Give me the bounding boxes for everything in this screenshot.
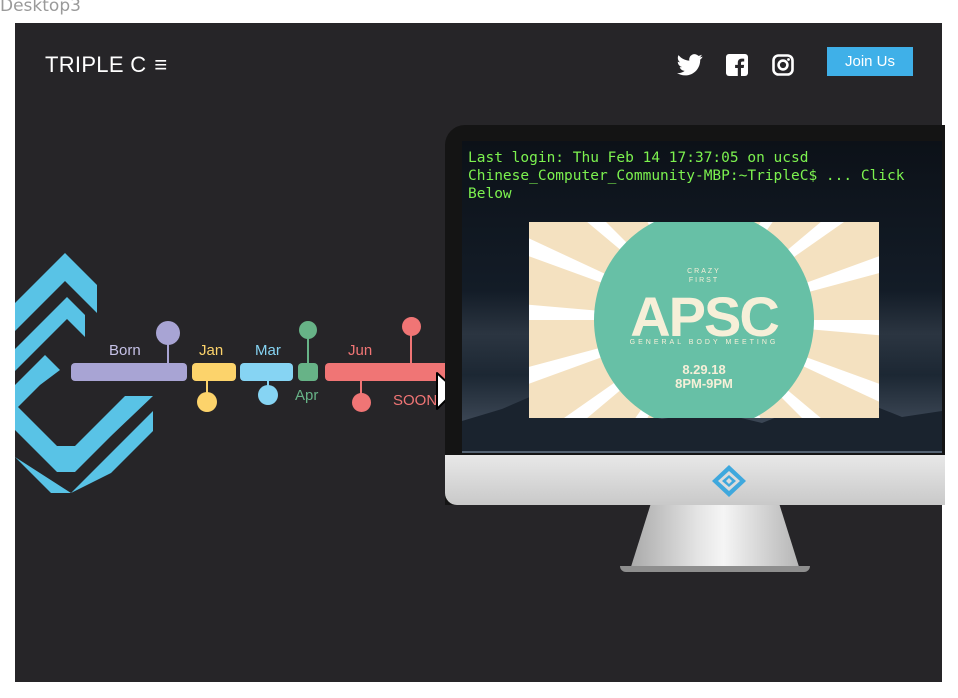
poster-date: 8.29.18 <box>682 362 726 377</box>
poster-eyebrow: FIRST <box>688 277 720 284</box>
timeline-bar-jan <box>192 363 236 381</box>
frame-label: Desktop3 <box>0 0 81 16</box>
terminal-output: Last login: Thu Feb 14 17:37:05 on ucsd C… <box>468 149 905 203</box>
join-us-button[interactable]: Join Us <box>827 47 913 76</box>
poster-eyebrow: CRAZY <box>687 268 721 275</box>
brand[interactable]: TRIPLE C ≡ <box>45 52 168 78</box>
timeline-node[interactable] <box>258 385 278 405</box>
event-poster[interactable]: CRAZY FIRST APSC GENERAL BODY MEETING 8.… <box>529 222 879 418</box>
timeline-stem <box>410 335 412 365</box>
terminal-line: Last login: Thu Feb 14 17:37:05 on ucsd <box>468 150 809 166</box>
timeline-bar-born <box>71 363 187 381</box>
timeline-node[interactable] <box>402 317 421 336</box>
timeline-label-jun: Jun <box>348 342 373 359</box>
poster-subtitle: GENERAL BODY MEETING <box>629 339 779 346</box>
timeline-bar-apr <box>298 363 318 381</box>
timeline-label-born: Born <box>109 342 141 359</box>
poster-time: 8PM-9PM <box>675 376 733 391</box>
monitor-stand-base <box>620 566 810 572</box>
facebook-icon[interactable] <box>723 53 751 77</box>
timeline-node[interactable] <box>156 321 180 345</box>
timeline-stem <box>307 337 309 365</box>
monitor-chin <box>445 455 945 505</box>
brand-name: TRIPLE C <box>45 52 147 77</box>
chin-logo-icon <box>712 465 746 497</box>
timeline-node[interactable] <box>197 392 217 412</box>
instagram-icon[interactable] <box>769 53 797 77</box>
terminal-line: Below <box>468 186 512 202</box>
timeline-node[interactable] <box>299 321 317 339</box>
hamburger-menu-icon[interactable]: ≡ <box>154 52 167 78</box>
timeline-node[interactable] <box>352 393 371 412</box>
monitor-stand <box>630 505 800 570</box>
timeline-label-mar: Mar <box>255 342 281 359</box>
timeline-label-apr: Apr <box>295 387 319 404</box>
terminal-line: Chinese_Computer_Community-MBP:~TripleC$… <box>468 168 905 184</box>
timeline-label-jan: Jan <box>199 342 224 359</box>
twitter-icon[interactable] <box>676 53 704 77</box>
